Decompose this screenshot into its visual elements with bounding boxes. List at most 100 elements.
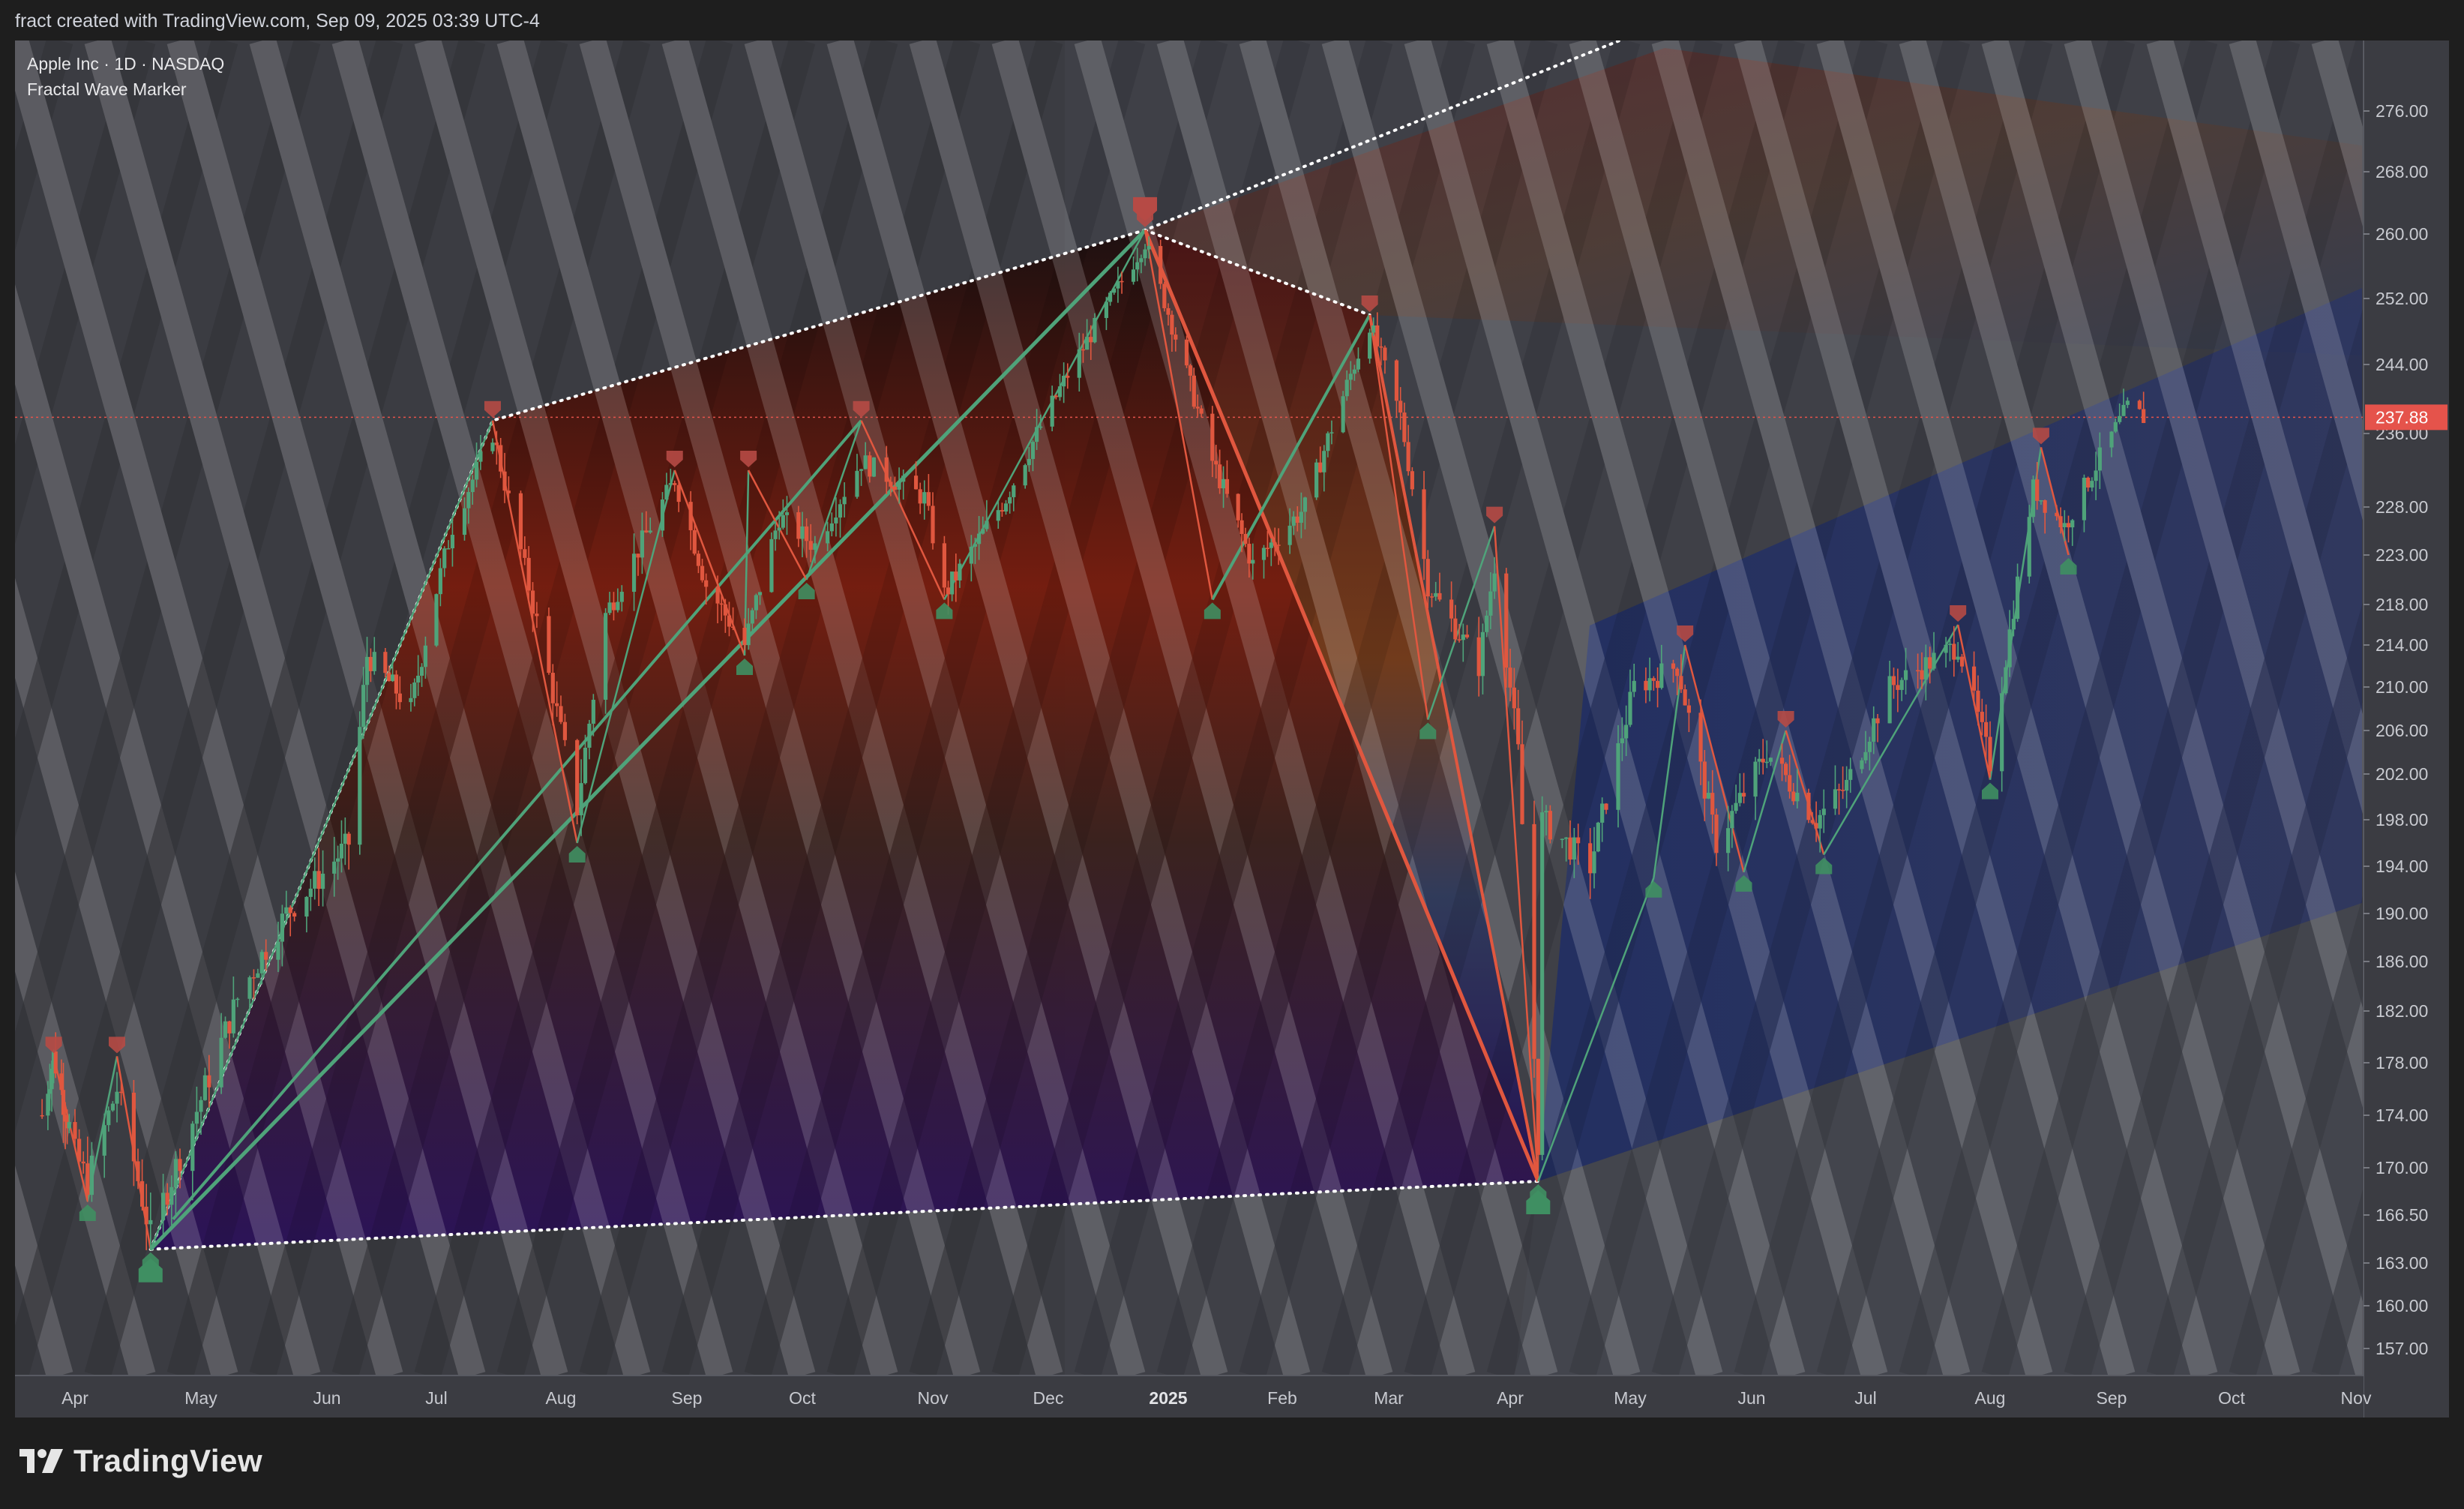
candle-body xyxy=(202,1075,208,1100)
candle-body xyxy=(1655,680,1660,688)
candle xyxy=(358,711,362,855)
candle-body xyxy=(462,508,467,536)
candle-body xyxy=(784,512,790,515)
chart-area[interactable]: 157.00 160.00 163.00 166.50 170.00 174.00 178.… xyxy=(15,40,2449,1418)
candle-body xyxy=(1104,302,1109,318)
price-tick-label: 157.00 xyxy=(2376,1339,2428,1358)
candle-body xyxy=(1166,308,1171,315)
candle-body xyxy=(604,613,608,700)
candle-body xyxy=(579,783,583,816)
candle-body xyxy=(438,568,442,595)
candle xyxy=(1596,821,1600,853)
candle-body xyxy=(1188,365,1193,376)
candle-body xyxy=(1326,433,1330,452)
candle-body xyxy=(1675,668,1680,676)
candle-body xyxy=(1027,458,1031,466)
candle-body xyxy=(611,602,616,610)
candle-body xyxy=(1741,793,1746,797)
symbol-title[interactable]: Apple Inc · 1D · NASDAQ xyxy=(27,51,224,76)
candle-body xyxy=(1980,712,1984,722)
candle-body xyxy=(207,1075,211,1088)
candle-body xyxy=(1434,592,1438,597)
candle-body xyxy=(2082,477,2087,520)
candle-body xyxy=(1841,790,1845,791)
price-tick-label: 174.00 xyxy=(2376,1106,2428,1125)
candle-body xyxy=(251,977,256,979)
candle-body xyxy=(383,652,388,674)
candle-body xyxy=(664,484,669,500)
candle-body xyxy=(2058,516,2063,527)
candle-body xyxy=(1120,280,1124,283)
candle-body xyxy=(1916,670,1920,672)
candle xyxy=(235,997,240,1007)
last-price-value: 237.88 xyxy=(2376,407,2428,427)
candle-body xyxy=(1035,427,1039,442)
candle-body xyxy=(2125,400,2130,405)
candle-body xyxy=(320,873,325,890)
candle xyxy=(40,1099,44,1119)
candle xyxy=(202,1067,208,1101)
candle-body xyxy=(148,1220,153,1225)
price-tick-label: 186.00 xyxy=(2376,952,2428,971)
time-tick-label: Jul xyxy=(1854,1388,1876,1408)
candle-body xyxy=(1592,851,1596,874)
candle-body xyxy=(1425,559,1430,597)
price-tick-label: 223.00 xyxy=(2376,545,2428,565)
candle-body xyxy=(1192,375,1196,407)
candle-body xyxy=(346,833,351,845)
time-tick-label: Feb xyxy=(1267,1388,1297,1408)
candle-body xyxy=(1976,690,1980,712)
candle-body xyxy=(1398,400,1403,413)
candle-body xyxy=(490,442,495,452)
time-tick-label: May xyxy=(184,1388,217,1408)
time-tick-label: Nov xyxy=(2341,1388,2372,1408)
price-tick-label: 178.00 xyxy=(2376,1053,2428,1072)
candle-body xyxy=(942,543,946,588)
candle-body xyxy=(1457,639,1461,640)
candle-body xyxy=(1269,542,1273,548)
candle-body xyxy=(692,530,697,554)
candle-body xyxy=(742,627,747,646)
candle-body xyxy=(644,530,649,532)
time-tick-label: Aug xyxy=(546,1388,577,1408)
candle-body xyxy=(1544,811,1548,813)
candle-body xyxy=(1784,764,1788,776)
indicator-title[interactable]: Fractal Wave Marker xyxy=(27,76,224,102)
price-chart[interactable]: 157.00 160.00 163.00 166.50 170.00 174.00 178.… xyxy=(15,40,2449,1418)
candle-body xyxy=(892,486,898,490)
candle-body xyxy=(808,541,813,550)
candle-body xyxy=(161,1192,166,1220)
candle-body xyxy=(1604,803,1608,810)
candle-body xyxy=(1108,292,1113,302)
candle-body xyxy=(1054,395,1058,398)
candle-body xyxy=(1077,349,1081,378)
candle-body xyxy=(1050,395,1054,427)
candle-body xyxy=(394,674,399,694)
candle-body xyxy=(2142,409,2146,424)
candle-body xyxy=(1952,644,1956,660)
time-tick-label: Apr xyxy=(61,1388,88,1408)
candle xyxy=(1341,391,1345,434)
candle-body xyxy=(562,722,568,740)
candle-body xyxy=(77,1138,82,1162)
candle-body xyxy=(1576,837,1581,844)
candle-body xyxy=(834,518,838,524)
candle-body xyxy=(660,500,665,531)
candle-body xyxy=(102,1125,106,1156)
candle-body xyxy=(2090,481,2094,488)
candle-body xyxy=(1030,442,1036,459)
candle-body xyxy=(1836,789,1842,790)
candle-body xyxy=(1944,644,1948,653)
candle xyxy=(604,608,608,714)
candle-body xyxy=(2121,404,2126,416)
candle-body xyxy=(1520,744,1524,824)
candle-body xyxy=(1818,814,1822,829)
candle-body xyxy=(1291,516,1296,526)
candle-body xyxy=(2031,479,2036,518)
candle-body xyxy=(842,496,847,505)
candle-body xyxy=(1887,676,1892,724)
price-tick-label: 252.00 xyxy=(2376,289,2428,308)
peak-marker xyxy=(484,400,501,418)
candle-body xyxy=(1845,779,1849,791)
candle-body xyxy=(1184,339,1189,366)
